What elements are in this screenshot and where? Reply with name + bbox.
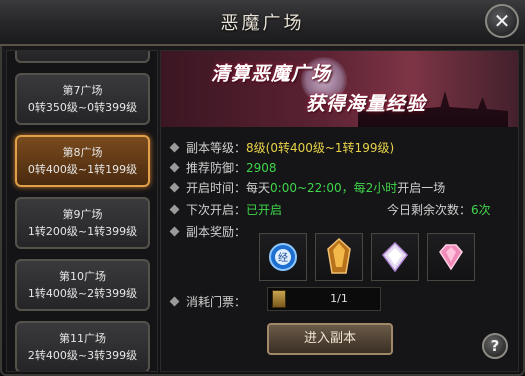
open-time-range: 0:00~22:00 <box>270 181 342 195</box>
banner-image: 清算恶魔广场 获得海量经验 <box>161 51 518 127</box>
scene-name: 第8广场 <box>62 146 103 159</box>
ticket-icon <box>272 290 286 308</box>
reward-slot-1[interactable]: 经 <box>259 233 307 281</box>
remaining-count: 今日剩余次数：6次 <box>387 201 491 218</box>
scene-level-range: 1转200级~1转399级 <box>27 225 138 238</box>
white-gem-icon <box>382 241 408 273</box>
help-button[interactable]: ? <box>482 333 508 359</box>
bullet-icon <box>169 142 180 153</box>
bullet-icon <box>169 204 180 215</box>
info-row-defense: 推荐防御：2908 <box>169 159 277 176</box>
scene-item-7[interactable]: 第7广场 0转350级~0转399级 <box>15 73 150 125</box>
enter-dungeon-button[interactable]: 进入副本 <box>267 323 393 355</box>
scene-level-range: 1转400级~2转399级 <box>27 287 138 300</box>
scene-item-10[interactable]: 第10广场 1转400级~2转399级 <box>15 259 150 311</box>
ticket-count: 1/1 <box>330 292 348 305</box>
scene-item-9[interactable]: 第9广场 1转200级~1转399级 <box>15 197 150 249</box>
open-label: 开启时间： <box>186 181 247 195</box>
close-icon: ✕ <box>493 9 511 33</box>
pink-gem-icon <box>439 244 463 271</box>
open-separator: ， <box>341 181 354 195</box>
scene-name: 第11广场 <box>59 332 106 345</box>
exp-orb-label: 经 <box>278 251 288 264</box>
scene-name: 第9广场 <box>62 208 103 221</box>
amber-crystal-icon <box>327 237 351 274</box>
scene-level-range: 2转400级~3转399级 <box>27 349 138 362</box>
info-row-open-time: 开启时间：每天0:00~22:00，每2小时开启一场 <box>169 179 446 196</box>
ticket-label: 消耗门票： <box>186 295 247 309</box>
remaining-value: 6次 <box>471 203 491 217</box>
scene-list[interactable]: 第7广场 0转350级~0转399级 第8广场 0转400级~1转199级 第9… <box>6 50 158 372</box>
info-row-ticket: 消耗门票： <box>169 293 247 310</box>
open-suffix: 开启一场 <box>397 181 446 195</box>
title-bar: 恶魔广场 ✕ <box>0 0 525 46</box>
info-row-rewards: 副本奖励： <box>169 223 247 240</box>
level-label: 副本等级： <box>186 141 247 155</box>
bullet-icon <box>169 226 180 237</box>
exp-orb-icon: 经 <box>269 243 297 271</box>
info-row-level: 副本等级：8级(0转400级~1转199级) <box>169 139 395 156</box>
next-label: 下次开启： <box>186 203 247 217</box>
scene-name: 第7广场 <box>62 84 103 97</box>
remaining-label: 今日剩余次数： <box>387 203 472 217</box>
reward-slot-2[interactable] <box>315 233 363 281</box>
defense-label: 推荐防御： <box>186 161 247 175</box>
dialog-title: 恶魔广场 <box>220 13 305 34</box>
reward-slot-4[interactable] <box>427 233 475 281</box>
banner-line-2: 获得海量经验 <box>306 93 427 115</box>
info-row-next-open: 下次开启：已开启 <box>169 201 283 218</box>
reward-slot-3[interactable] <box>371 233 419 281</box>
ticket-box: 1/1 <box>267 287 381 311</box>
scene-name: 第10广场 <box>59 270 106 283</box>
scene-level-range: 0转350级~0转399级 <box>27 101 138 114</box>
scene-level-range: 0转400级~1转199级 <box>27 163 138 176</box>
open-prefix: 每天 <box>246 181 271 195</box>
scene-item-8[interactable]: 第8广场 0转400级~1转199级 <box>15 135 150 187</box>
bullet-icon <box>169 162 180 173</box>
bullet-icon <box>169 182 180 193</box>
level-value: 8级(0转400级~1转199级) <box>246 141 395 155</box>
next-value: 已开启 <box>246 203 283 217</box>
open-interval: 每2小时 <box>353 181 398 195</box>
detail-panel: 清算恶魔广场 获得海量经验 副本等级：8级(0转400级~1转199级) 推荐防… <box>160 50 519 372</box>
defense-value: 2908 <box>246 161 277 175</box>
scene-item-partial-top[interactable] <box>15 51 150 63</box>
close-button[interactable]: ✕ <box>485 4 519 38</box>
help-icon: ? <box>490 337 500 355</box>
reward-label: 副本奖励： <box>186 225 247 239</box>
scene-item-11[interactable]: 第11广场 2转400级~3转399级 <box>15 321 150 371</box>
bullet-icon <box>169 296 180 307</box>
banner-line-1: 清算恶魔广场 <box>211 63 332 85</box>
